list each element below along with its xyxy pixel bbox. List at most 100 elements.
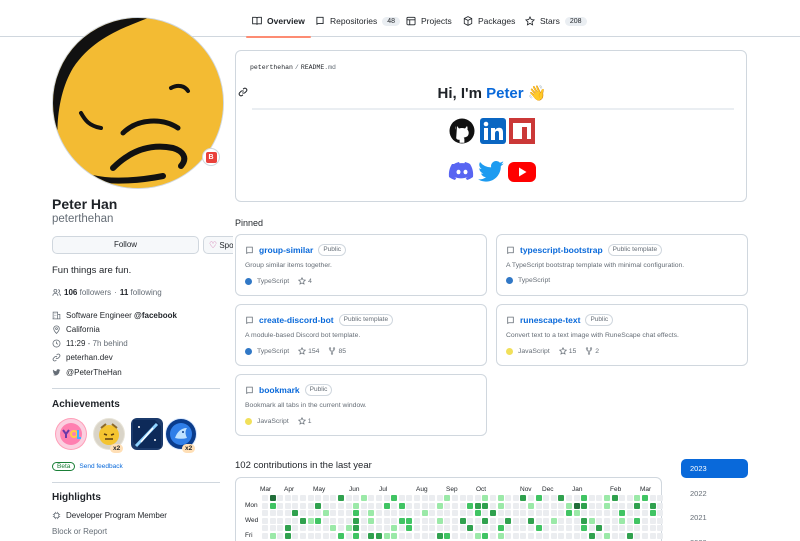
contribution-day-cell[interactable]: [360, 510, 367, 517]
contribution-day-cell[interactable]: [330, 533, 337, 539]
contribution-day-cell[interactable]: [360, 533, 367, 539]
repo-forks[interactable]: 2: [585, 347, 599, 355]
contribution-day-cell[interactable]: [535, 510, 542, 517]
contribution-day-cell[interactable]: [657, 533, 664, 539]
contribution-day-cell[interactable]: [558, 517, 565, 524]
contribution-day-cell[interactable]: [391, 533, 398, 539]
contribution-day-cell[interactable]: [414, 533, 420, 539]
contribution-day-cell[interactable]: [360, 502, 367, 509]
contribution-day-cell[interactable]: [596, 502, 603, 509]
contribution-day-cell[interactable]: [307, 495, 314, 501]
twitter-icon[interactable]: [477, 159, 505, 185]
contribution-day-cell[interactable]: [581, 533, 588, 539]
youtube-icon[interactable]: [508, 159, 536, 185]
contribution-day-cell[interactable]: [307, 517, 314, 524]
contribution-day-cell[interactable]: [429, 502, 436, 509]
contribution-day-cell[interactable]: [322, 510, 329, 517]
contribution-day-cell[interactable]: [634, 495, 641, 501]
contribution-day-cell[interactable]: [406, 525, 413, 532]
contribution-day-cell[interactable]: [315, 510, 322, 517]
contribution-day-cell[interactable]: [505, 517, 512, 524]
contribution-day-cell[interactable]: [269, 525, 276, 532]
contribution-day-cell[interactable]: [588, 495, 595, 501]
readme-path-user[interactable]: peterthehan: [250, 64, 293, 71]
contribution-day-cell[interactable]: [482, 517, 489, 524]
contribution-day-cell[interactable]: [421, 510, 428, 517]
contribution-day-cell[interactable]: [452, 525, 458, 532]
contribution-day-cell[interactable]: [368, 517, 375, 524]
contribution-day-cell[interactable]: [611, 502, 618, 509]
contribution-day-cell[interactable]: [269, 517, 276, 524]
contribution-day-cell[interactable]: [467, 502, 474, 509]
contribution-day-cell[interactable]: [467, 510, 474, 517]
contribution-day-cell[interactable]: [452, 495, 458, 501]
contribution-day-cell[interactable]: [490, 510, 496, 517]
contribution-day-cell[interactable]: [414, 517, 420, 524]
contribution-day-cell[interactable]: [383, 533, 390, 539]
contribution-day-cell[interactable]: [277, 517, 284, 524]
contribution-day-cell[interactable]: [634, 510, 641, 517]
profile-twitter[interactable]: @PeterTheHan: [52, 368, 122, 377]
contribution-day-cell[interactable]: [467, 533, 474, 539]
contribution-day-cell[interactable]: [596, 517, 603, 524]
contribution-day-cell[interactable]: [581, 525, 588, 532]
contribution-day-cell[interactable]: [452, 502, 458, 509]
contribution-day-cell[interactable]: [611, 525, 618, 532]
contribution-day-cell[interactable]: [482, 495, 489, 501]
contribution-day-cell[interactable]: [284, 502, 291, 509]
contribution-day-cell[interactable]: [436, 533, 443, 539]
contribution-day-cell[interactable]: [360, 495, 367, 501]
contribution-day-cell[interactable]: [649, 525, 656, 532]
contribution-day-cell[interactable]: [619, 525, 626, 532]
contribution-day-cell[interactable]: [421, 525, 428, 532]
contribution-day-cell[interactable]: [649, 517, 656, 524]
contribution-day-cell[interactable]: [528, 495, 534, 501]
contribution-day-cell[interactable]: [558, 502, 565, 509]
contribution-day-cell[interactable]: [490, 525, 496, 532]
contribution-day-cell[interactable]: [657, 510, 664, 517]
contribution-day-cell[interactable]: [626, 517, 633, 524]
contribution-day-cell[interactable]: [497, 517, 504, 524]
contribution-day-cell[interactable]: [505, 510, 512, 517]
contribution-day-cell[interactable]: [277, 502, 284, 509]
contribution-day-cell[interactable]: [391, 517, 398, 524]
contribution-day-cell[interactable]: [604, 502, 610, 509]
contribution-day-cell[interactable]: [459, 517, 466, 524]
contribution-day-cell[interactable]: [368, 533, 375, 539]
contribution-day-cell[interactable]: [338, 502, 344, 509]
repo-stars[interactable]: 4: [298, 277, 312, 285]
contribution-day-cell[interactable]: [315, 495, 322, 501]
linkedin-icon[interactable]: [479, 118, 507, 144]
contribution-day-cell[interactable]: [642, 495, 648, 501]
contribution-day-cell[interactable]: [588, 517, 595, 524]
contribution-day-cell[interactable]: [490, 502, 496, 509]
contribution-day-cell[interactable]: [398, 502, 405, 509]
contribution-day-cell[interactable]: [444, 502, 451, 509]
contribution-day-cell[interactable]: [330, 502, 337, 509]
contribution-day-cell[interactable]: [322, 502, 329, 509]
year-2021-button[interactable]: 2021: [681, 508, 748, 527]
contribution-day-cell[interactable]: [467, 517, 474, 524]
repo-name-link[interactable]: typescript-bootstrap: [520, 245, 603, 255]
contribution-day-cell[interactable]: [505, 495, 512, 501]
contribution-day-cell[interactable]: [520, 510, 527, 517]
contribution-day-cell[interactable]: [550, 525, 557, 532]
contribution-day-cell[interactable]: [277, 495, 284, 501]
contribution-day-cell[interactable]: [611, 510, 618, 517]
contribution-day-cell[interactable]: [528, 517, 534, 524]
contribution-day-cell[interactable]: [588, 502, 595, 509]
contribution-day-cell[interactable]: [292, 495, 299, 501]
contribution-day-cell[interactable]: [566, 517, 572, 524]
contribution-day-cell[interactable]: [414, 502, 420, 509]
contribution-day-cell[interactable]: [300, 533, 306, 539]
contribution-day-cell[interactable]: [338, 517, 344, 524]
contribution-day-cell[interactable]: [459, 495, 466, 501]
contribution-day-cell[interactable]: [284, 495, 291, 501]
contribution-day-cell[interactable]: [391, 502, 398, 509]
tab-overview[interactable]: Overview: [246, 8, 311, 38]
contribution-day-cell[interactable]: [376, 510, 382, 517]
contribution-day-cell[interactable]: [277, 525, 284, 532]
repo-forks[interactable]: 85: [328, 347, 346, 355]
contribution-day-cell[interactable]: [315, 533, 322, 539]
contribution-day-cell[interactable]: [550, 495, 557, 501]
